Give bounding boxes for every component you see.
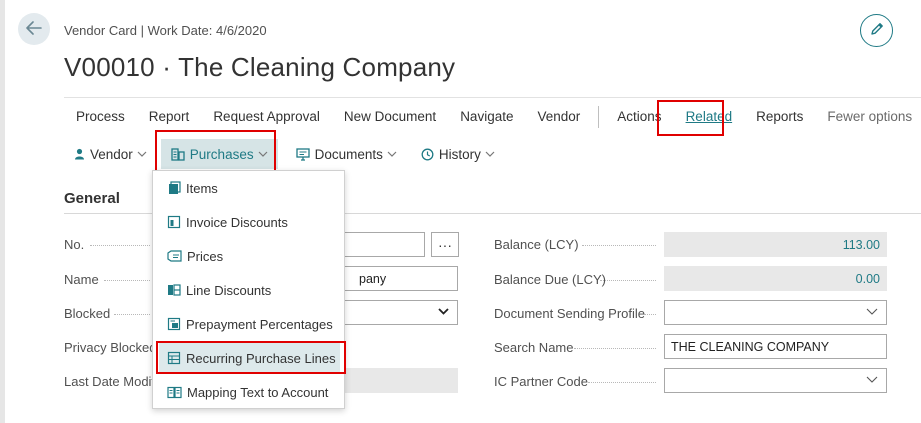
field-label-last-date-modified: Last Date Modifie [64,374,166,389]
action-bar: Process Report Request Approval New Docu… [64,103,921,131]
search-name-input[interactable]: THE CLEANING COMPANY [664,334,887,359]
leader-dots [104,280,150,281]
edit-button[interactable] [860,14,893,47]
field-label-blocked: Blocked [64,306,111,321]
action-navigate[interactable]: Navigate [448,103,525,131]
menu-item-mapping-text-to-account[interactable]: Mapping Text to Account [159,377,340,407]
search-name-value: THE CLEANING COMPANY [671,339,830,354]
action-new-document[interactable]: New Document [332,103,448,131]
documents-icon [295,147,310,161]
menu-item-prepayment-percentages[interactable]: Prepayment Percentages [159,309,340,339]
action-vendor[interactable]: Vendor [525,103,592,131]
sub-documents-label: Documents [314,146,383,162]
action-related[interactable]: Related [674,103,745,131]
prepayment-icon [167,317,181,331]
sub-vendor-label: Vendor [90,146,133,162]
leader-dots [574,348,656,349]
field-label-name: Name [64,272,99,287]
field-label-search-name: Search Name [494,340,574,355]
leader-dots [582,245,656,246]
sub-history-menu[interactable]: History [411,139,505,169]
field-label-balance-lcy: Balance (LCY) [494,237,579,252]
left-edge-strip [0,0,5,423]
name-value: pany [359,271,387,286]
price-tag-icon [167,250,182,262]
menu-item-label: Invoice Discounts [186,214,288,230]
chevron-down-icon [137,151,147,157]
leader-dots [644,314,656,315]
back-button[interactable] [18,13,50,45]
action-separator [598,106,600,128]
chevron-down-icon [438,308,449,315]
person-icon [74,148,85,160]
balance-due-lcy-value[interactable]: 0.00 [664,266,887,291]
menu-item-label: Items [186,180,218,196]
field-label-ic-partner-code: IC Partner Code [494,374,588,389]
items-icon [167,181,181,195]
chevron-down-icon [866,376,878,383]
leader-dots [600,280,656,281]
sub-purchases-label: Purchases [189,146,254,162]
chevron-down-icon [258,151,268,157]
purchases-icon [171,147,185,161]
no-lookup-button[interactable]: ··· [431,232,459,257]
action-reports[interactable]: Reports [744,103,815,131]
ellipsis-icon: ··· [438,236,452,253]
field-label-privacy-blocked: Privacy Blocked [64,340,157,355]
sub-documents-menu[interactable]: Documents [286,139,407,169]
menu-item-label: Mapping Text to Account [187,384,329,400]
section-title-general: General [64,190,120,207]
pencil-icon [869,21,885,40]
mapping-icon [167,386,182,399]
action-report[interactable]: Report [137,103,202,131]
sub-action-bar: Vendor Purchases Documents History [64,139,505,169]
chevron-down-icon [866,308,878,315]
leader-dots [90,245,150,246]
field-label-balance-due-lcy: Balance Due (LCY) [494,272,606,287]
leader-dots [114,314,150,315]
invoice-discount-icon [167,215,181,229]
action-request-approval[interactable]: Request Approval [201,103,332,131]
balance-due-lcy-amount: 0.00 [855,271,880,286]
menu-item-label: Recurring Purchase Lines [186,350,336,366]
action-fewer-options[interactable]: Fewer options [815,103,921,131]
ic-partner-code-select[interactable] [664,368,887,393]
breadcrumb: Vendor Card | Work Date: 4/6/2020 [64,23,267,38]
menu-item-prices[interactable]: Prices [159,241,340,271]
menu-item-recurring-purchase-lines[interactable]: Recurring Purchase Lines [159,343,340,373]
menu-item-invoice-discounts[interactable]: Invoice Discounts [159,207,340,237]
chevron-down-icon [485,151,495,157]
history-icon [421,148,434,161]
document-sending-profile-select[interactable] [664,300,887,325]
chevron-down-icon [387,151,397,157]
sub-vendor-menu[interactable]: Vendor [64,139,157,169]
line-discount-icon [167,283,181,297]
leader-dots [588,382,656,383]
menu-item-label: Prepayment Percentages [186,316,333,332]
action-actions[interactable]: Actions [605,103,673,131]
sub-history-label: History [438,146,481,162]
menu-item-label: Line Discounts [186,282,272,298]
sub-purchases-menu[interactable]: Purchases [160,139,278,169]
menu-item-label: Prices [187,248,224,264]
page-title: V00010 · The Cleaning Company [64,52,456,82]
menu-item-items[interactable]: Items [159,173,340,203]
arrow-left-icon [26,20,42,38]
action-process[interactable]: Process [64,103,137,131]
header-divider [64,97,921,98]
menu-item-line-discounts[interactable]: Line Discounts [159,275,340,305]
balance-lcy-value[interactable]: 113.00 [664,232,887,257]
purchases-dropdown-menu: Items Invoice Discounts Prices Line Disc… [152,170,345,409]
field-label-document-sending-profile: Document Sending Profile [494,306,646,321]
field-label-no: No. [64,237,85,252]
balance-lcy-amount: 113.00 [842,237,880,252]
recurring-lines-icon [167,351,181,365]
